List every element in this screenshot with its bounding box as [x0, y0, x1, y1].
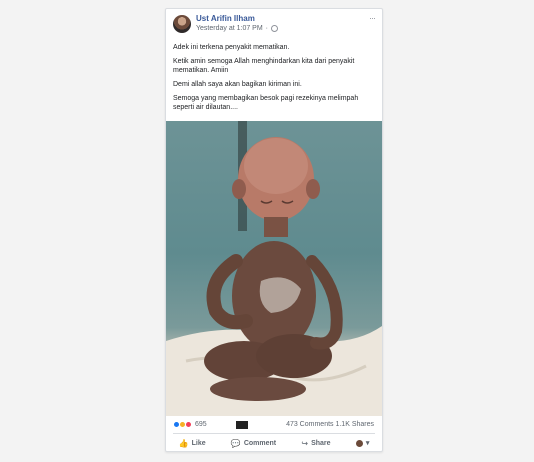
comment-label: Comment: [243, 439, 277, 447]
post-paragraph: Semoga yang membagikan besok pagi rezeki…: [173, 95, 359, 111]
chevron-down-icon: ▾: [365, 440, 370, 447]
audience-selector[interactable]: ▾: [355, 439, 370, 447]
author-avatar[interactable]: [173, 15, 191, 33]
reaction-count: 695: [195, 421, 207, 428]
post-text: Adek ini terkena penyakit mematikan. Ket…: [173, 43, 375, 117]
post-meta: Yesterday at 1:07 PM ·: [196, 25, 279, 32]
post-paragraph: Adek ini terkena penyakit mematikan.: [173, 44, 290, 51]
action-bar: 👍 Like 💬 Comment ↪ Share ▾: [166, 436, 382, 450]
divider: [173, 433, 375, 434]
comments-shares-count[interactable]: 473 Comments 1.1K Shares: [286, 421, 374, 428]
post-header: Ust Arifin Ilham Yesterday at 1:07 PM · …: [166, 9, 382, 39]
like-icon: 👍: [178, 438, 189, 448]
library-icon: [236, 421, 248, 429]
post-paragraph: Ketik amin semoga Allah menghindarkan ki…: [173, 58, 355, 74]
post-timestamp[interactable]: Yesterday at 1:07 PM: [196, 25, 263, 32]
post-photo[interactable]: [166, 121, 382, 416]
photo-illustration: [166, 121, 382, 416]
more-options-icon[interactable]: ···: [369, 13, 376, 23]
share-label: Share: [311, 439, 331, 447]
comment-button[interactable]: 💬 Comment: [231, 439, 276, 448]
love-reaction-icon: [185, 421, 192, 428]
engagement-counts: 695 473 Comments 1.1K Shares: [166, 419, 382, 432]
like-button[interactable]: 👍 Like: [179, 439, 206, 448]
user-avatar: [355, 439, 363, 447]
author-name[interactable]: Ust Arifin Ilham: [196, 14, 255, 23]
meta-separator: ·: [265, 25, 269, 32]
reaction-summary[interactable]: 695: [173, 421, 207, 428]
facebook-post-card: Ust Arifin Ilham Yesterday at 1:07 PM · …: [165, 8, 383, 452]
like-label: Like: [191, 439, 206, 447]
post-paragraph: Demi allah saya akan bagikan kiriman ini…: [173, 81, 302, 88]
share-icon: ↪: [301, 438, 309, 448]
share-button[interactable]: ↪ Share: [301, 439, 330, 448]
comment-icon: 💬: [230, 438, 241, 448]
globe-icon: [271, 25, 279, 32]
